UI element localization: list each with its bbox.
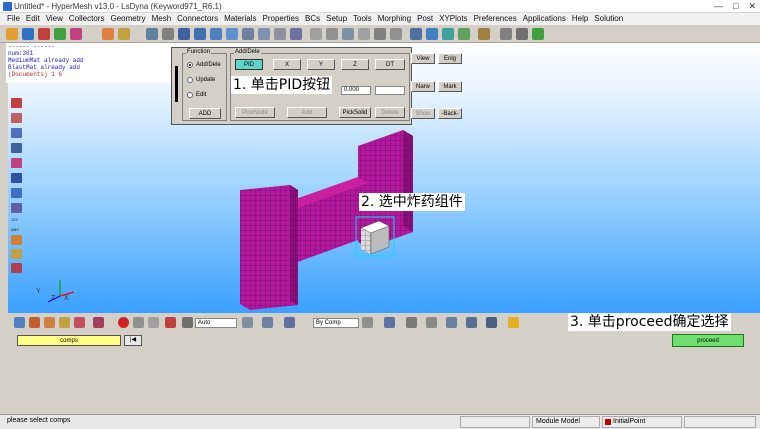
- label-icon-b[interactable]: ABC: [11, 227, 19, 232]
- by-comp-combo[interactable]: By Comp: [313, 318, 359, 328]
- narw-button[interactable]: Narw: [411, 81, 435, 92]
- console-line: num:301: [8, 50, 34, 57]
- step1-annotation: 1. 单击PID按钮: [231, 76, 333, 94]
- radio-label: Add/Dele: [196, 62, 221, 68]
- function-group: Function Add/Dele Update Edit ADD: [182, 49, 227, 121]
- value-field-2[interactable]: [375, 86, 405, 95]
- yellow-tool-icon[interactable]: [11, 249, 22, 259]
- radio-edit[interactable]: Edit: [187, 92, 206, 98]
- radio-label: Update: [196, 77, 216, 83]
- radio-dot[interactable]: [187, 62, 193, 68]
- solid-icon[interactable]: [11, 143, 22, 153]
- element-icon[interactable]: [11, 98, 22, 108]
- z-button[interactable]: Z: [341, 59, 369, 70]
- step3-annotation: 3. 单击proceed确定选择: [568, 313, 731, 331]
- cube-icon[interactable]: [284, 317, 295, 328]
- panel-grip: [175, 66, 178, 102]
- point-icon[interactable]: [11, 173, 22, 183]
- mat-icon[interactable]: [59, 317, 70, 328]
- delete-icon[interactable]: [118, 317, 129, 328]
- prop-icon[interactable]: [44, 317, 55, 328]
- star-icon[interactable]: [508, 317, 519, 328]
- monitor-icon[interactable]: [486, 317, 497, 328]
- value-field[interactable]: 0.000: [341, 86, 371, 95]
- lines-icon[interactable]: [262, 317, 273, 328]
- console-line: (Documents) 1 6: [8, 71, 63, 78]
- shrink-icon[interactable]: [466, 317, 477, 328]
- axis-y-label: Y: [36, 288, 41, 295]
- delete-button[interactable]: Delete: [375, 107, 405, 118]
- pick-solid-button[interactable]: PickSolid: [339, 107, 371, 118]
- node-icon[interactable]: [11, 113, 22, 123]
- axis-x-label: X: [64, 295, 69, 302]
- red-tool-icon[interactable]: [11, 263, 22, 273]
- add-node-button[interactable]: Add: [287, 107, 327, 118]
- left-toolbar: 123 ABC: [0, 43, 28, 313]
- edge-icon[interactable]: [406, 317, 417, 328]
- axis-z-label: Z: [51, 295, 56, 302]
- radio-add-dele[interactable]: Add/Dele: [187, 62, 221, 68]
- enlg-button[interactable]: Enlg: [438, 53, 462, 64]
- dt-button[interactable]: DT: [375, 59, 405, 70]
- pick-node-button[interactable]: PickNode: [235, 107, 275, 118]
- add-dele-legend: Add/Dele: [234, 49, 261, 55]
- back-button[interactable]: -Back-: [438, 108, 462, 119]
- command-console: ------ ------ num:301 MediumMat already …: [6, 43, 172, 83]
- initial-point-label: InitialPoint: [613, 418, 646, 425]
- proceed-button[interactable]: proceed: [672, 334, 744, 347]
- status-bar: please select comps Module Model Initial…: [0, 414, 760, 429]
- label-icon-a[interactable]: 123: [11, 217, 18, 222]
- isolate-icon[interactable]: [148, 317, 159, 328]
- color-icon[interactable]: [11, 203, 22, 213]
- console-line: MediumMat already add: [8, 57, 84, 64]
- show-button[interactable]: Show: [411, 108, 435, 119]
- orange-tool-icon[interactable]: [11, 235, 22, 245]
- selection-area: comps |◀ proceed: [0, 332, 760, 414]
- status-empty: [460, 416, 530, 428]
- wire-icon[interactable]: [362, 317, 373, 328]
- front-wall: [240, 185, 298, 310]
- feature-icon[interactable]: [426, 317, 437, 328]
- x-button[interactable]: X: [273, 59, 301, 70]
- reset-selection-button[interactable]: |◀: [124, 335, 142, 346]
- component-color-swatch: [605, 419, 611, 425]
- mark-button[interactable]: Mark: [438, 81, 462, 92]
- assembly-icon[interactable]: [74, 317, 85, 328]
- console-line: BlastMat already add: [8, 64, 81, 71]
- comp-icon[interactable]: [29, 317, 40, 328]
- shade-icon[interactable]: [11, 188, 22, 198]
- pid-button[interactable]: PID: [235, 59, 263, 70]
- comps-button[interactable]: comps: [17, 335, 121, 346]
- line-icon[interactable]: [11, 158, 22, 168]
- module-status: Module Model: [532, 416, 600, 428]
- layers-icon[interactable]: [14, 317, 25, 328]
- surface-icon[interactable]: [11, 128, 22, 138]
- function-legend: Function: [186, 49, 212, 55]
- settings-icon[interactable]: [182, 317, 193, 328]
- status-empty-2: [684, 416, 756, 428]
- shaded-icon[interactable]: [384, 317, 395, 328]
- transparent-icon[interactable]: [446, 317, 457, 328]
- initial-point-status[interactable]: InitialPoint: [602, 416, 682, 428]
- y-button[interactable]: Y: [307, 59, 335, 70]
- status-message: please select comps: [7, 417, 71, 424]
- radio-dot[interactable]: [187, 92, 193, 98]
- view-button[interactable]: View: [411, 53, 435, 64]
- mask-toggle-icon[interactable]: [165, 317, 176, 328]
- radio-dot[interactable]: [187, 77, 193, 83]
- step2-annotation: 2. 选中炸药组件: [359, 193, 465, 211]
- hide-icon[interactable]: [133, 317, 144, 328]
- style-icon[interactable]: [242, 317, 253, 328]
- radio-label: Edit: [196, 92, 207, 98]
- console-line: ------ ------: [8, 43, 55, 50]
- set-icon[interactable]: [93, 317, 104, 328]
- auto-combo[interactable]: Auto: [195, 318, 237, 328]
- radio-update[interactable]: Update: [187, 77, 215, 83]
- add-button[interactable]: ADD: [189, 108, 221, 119]
